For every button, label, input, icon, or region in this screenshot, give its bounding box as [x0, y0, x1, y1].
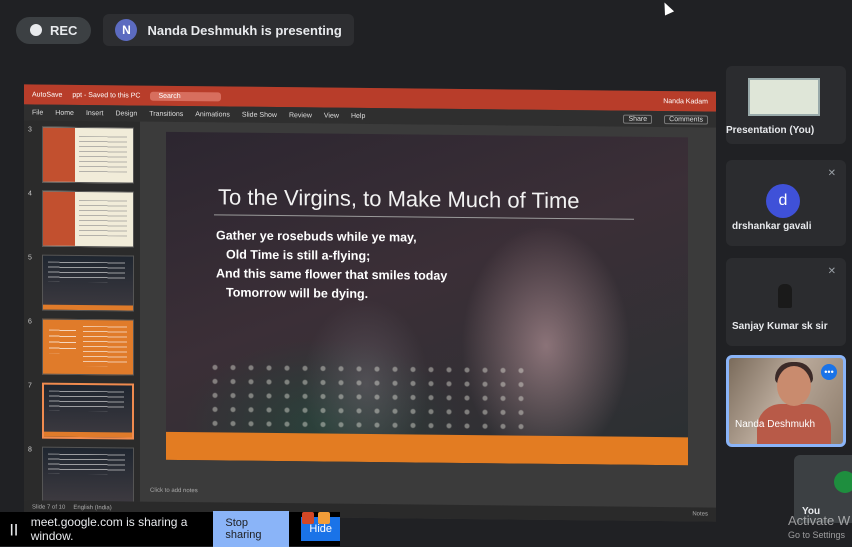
- tab-insert[interactable]: Insert: [86, 110, 104, 117]
- shared-powerpoint-window: AutoSave ppt - Saved to this PC Search N…: [24, 84, 716, 522]
- slide-thumbnail[interactable]: 5: [28, 254, 136, 312]
- poem-line: And this same flower that smiles today: [216, 266, 448, 283]
- slide-counter: Slide 7 of 10: [32, 504, 66, 511]
- tab-review[interactable]: Review: [289, 112, 312, 119]
- thumb-number: 7: [28, 382, 32, 390]
- slide-thumbnail-pane: 3 4 5 6 7 8: [24, 120, 140, 502]
- tab-transitions[interactable]: Transitions: [149, 110, 183, 117]
- participant-tile-nanda[interactable]: ••• Nanda Deshmukh: [726, 355, 846, 447]
- windows-activation-watermark: Activate W Go to Settings: [788, 514, 850, 542]
- rec-label: REC: [50, 22, 78, 38]
- thumb-number: 6: [28, 318, 32, 326]
- mic-off-icon: ✕: [827, 168, 836, 179]
- powerpoint-icon[interactable]: [302, 512, 314, 524]
- thumb-number: 4: [28, 190, 32, 198]
- tab-animations[interactable]: Animations: [195, 111, 230, 118]
- flower-pattern: [206, 360, 526, 434]
- participant-name: Nanda Deshmukh: [735, 419, 816, 430]
- participant-tile-sanjay[interactable]: ✕ Sanjay Kumar sk sir: [726, 258, 846, 346]
- sharing-bar: || meet.google.com is sharing a window. …: [0, 511, 340, 547]
- poem-text: Gather ye rosebuds while ye may, Old Tim…: [216, 226, 447, 304]
- presenter-text: Nanda Deshmukh is presenting: [147, 22, 342, 38]
- watermark-line: Activate W: [788, 513, 851, 528]
- slide-thumbnail-selected[interactable]: 7: [28, 382, 136, 440]
- record-dot-icon: [30, 24, 42, 36]
- ppt-body: 3 4 5 6 7 8 To the Virgins, to Make Much…: [24, 120, 716, 508]
- participant-video: [778, 284, 792, 308]
- autosave-label[interactable]: AutoSave: [32, 91, 62, 98]
- poem-line: Old Time is still a-flying;: [226, 247, 371, 264]
- thumb-number: 3: [28, 126, 32, 134]
- sharing-text: meet.google.com is sharing a window.: [30, 515, 188, 543]
- ppt-search-box[interactable]: Search: [150, 91, 221, 101]
- mic-off-icon: ✕: [827, 266, 836, 277]
- notes-button[interactable]: Notes: [692, 511, 708, 517]
- tab-view[interactable]: View: [324, 112, 339, 119]
- participant-tile-drshankar[interactable]: ✕ d drshankar gavali: [726, 160, 846, 246]
- file-title: ppt - Saved to this PC: [72, 91, 141, 100]
- app-icon[interactable]: [318, 512, 330, 524]
- poem-line: Tomorrow will be dying.: [226, 285, 369, 301]
- avatar: [834, 471, 852, 493]
- watermark-line: Go to Settings: [788, 530, 846, 540]
- more-options-icon[interactable]: •••: [821, 364, 837, 380]
- top-bar: REC N Nanda Deshmukh is presenting: [16, 14, 354, 46]
- thumb-preview: [42, 318, 134, 376]
- slide-canvas[interactable]: To the Virgins, to Make Much of Time Gat…: [140, 121, 716, 508]
- slide-thumbnail[interactable]: 6: [28, 318, 136, 376]
- slide-thumbnail[interactable]: 8: [28, 446, 136, 502]
- participant-name: Sanjay Kumar sk sir: [732, 321, 828, 332]
- tab-design[interactable]: Design: [115, 110, 137, 117]
- thumb-preview: [42, 446, 134, 502]
- language-status: English (India): [73, 504, 112, 512]
- mouse-cursor-icon: [659, 0, 675, 16]
- thumb-preview: [42, 190, 134, 248]
- title-divider: [214, 214, 634, 220]
- presenting-banner[interactable]: N Nanda Deshmukh is presenting: [103, 14, 354, 46]
- thumb-number: 5: [28, 254, 32, 262]
- poem-line: Gather ye rosebuds while ye may,: [216, 228, 417, 245]
- tab-home[interactable]: Home: [55, 109, 74, 116]
- thumb-preview: [42, 254, 134, 312]
- ppt-user-name: Nanda Kadam: [663, 97, 708, 106]
- comments-button[interactable]: Comments: [664, 114, 708, 125]
- slide-title: To the Virgins, to Make Much of Time: [218, 184, 580, 214]
- slide-footer-band: [166, 431, 688, 466]
- participant-name: Presentation (You): [726, 125, 815, 136]
- tab-help[interactable]: Help: [351, 112, 365, 119]
- participant-name: drshankar gavali: [732, 221, 812, 232]
- presentation-thumbnail: [748, 78, 820, 116]
- meet-window: REC N Nanda Deshmukh is presenting AutoS…: [0, 0, 852, 547]
- thumb-preview: [42, 126, 134, 184]
- tab-file[interactable]: File: [32, 109, 43, 116]
- pause-icon: ||: [10, 522, 19, 536]
- thumb-preview: [42, 382, 134, 440]
- stop-sharing-button[interactable]: Stop sharing: [213, 511, 290, 547]
- notes-placeholder[interactable]: Click to add notes: [150, 488, 198, 494]
- presenter-avatar: N: [115, 19, 138, 41]
- thumb-number: 8: [28, 446, 32, 454]
- share-button[interactable]: Share: [623, 114, 653, 124]
- tab-slide-show[interactable]: Slide Show: [242, 111, 277, 118]
- current-slide[interactable]: To the Virgins, to Make Much of Time Gat…: [166, 131, 688, 466]
- slide-thumbnail[interactable]: 4: [28, 190, 136, 248]
- slide-thumbnail[interactable]: 3: [28, 126, 136, 184]
- taskbar-icons: [302, 512, 330, 524]
- participant-tile-presentation[interactable]: Presentation (You): [726, 66, 846, 144]
- avatar: d: [766, 184, 800, 218]
- recording-badge: REC: [16, 16, 92, 44]
